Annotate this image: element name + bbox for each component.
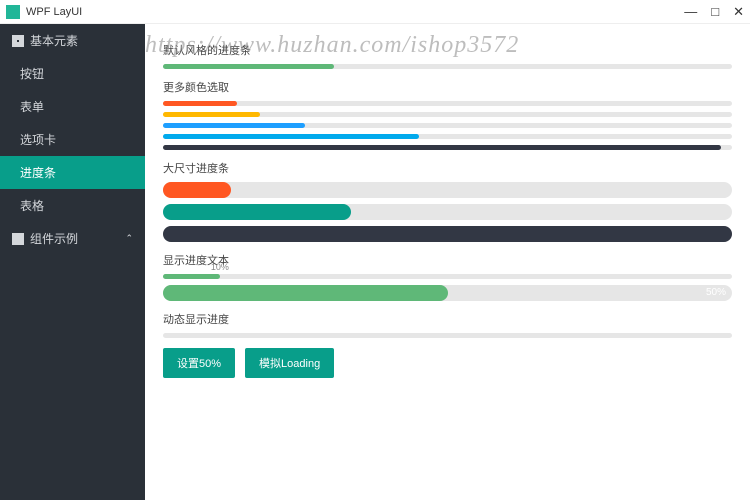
section-title-colors: 更多颜色选取 [163, 79, 732, 95]
sidebar-item-tab[interactable]: 选项卡 [0, 123, 145, 156]
app-icon [6, 5, 20, 19]
section-title-big: 大尺寸进度条 [163, 160, 732, 176]
nav-group-basic[interactable]: 基本元素 [0, 24, 145, 57]
set-50-button[interactable]: 设置50% [163, 348, 235, 378]
close-button[interactable]: ✕ [733, 4, 744, 20]
minimize-button[interactable]: — [684, 4, 697, 19]
sidebar-item-button[interactable]: 按钮 [0, 57, 145, 90]
sidebar-item-progress[interactable]: 进度条 [0, 156, 145, 189]
nav-group-label: 基本元素 [30, 32, 78, 49]
content-area: https://www.huzhan.com/ishop3572 默认风格的进度… [145, 24, 750, 500]
progress-label: 10% [211, 262, 229, 272]
nav-group-label: 组件示例 [30, 230, 78, 247]
button-row: 设置50% 模拟Loading [163, 348, 732, 378]
progress-bar [163, 112, 732, 117]
sidebar-item-table[interactable]: 表格 [0, 189, 145, 222]
progress-bar [163, 123, 732, 128]
progress-bar: 10% [163, 274, 732, 279]
progress-bar [163, 101, 732, 106]
progress-bar [163, 333, 732, 338]
progress-bar-big [163, 182, 732, 198]
sidebar-item-form[interactable]: 表单 [0, 90, 145, 123]
chevron-up-icon: ⌃ [125, 233, 133, 244]
window-title: WPF LayUI [26, 6, 684, 18]
section-title-default: 默认风格的进度条 [163, 42, 732, 58]
progress-bar-big: 50% [163, 285, 732, 301]
window-controls: — □ ✕ [684, 4, 744, 20]
progress-bar [163, 134, 732, 139]
mock-loading-button[interactable]: 模拟Loading [245, 348, 334, 378]
maximize-button[interactable]: □ [711, 4, 719, 19]
progress-bar [163, 145, 732, 150]
progress-bar-big [163, 204, 732, 220]
sidebar: 基本元素 按钮 表单 选项卡 进度条 表格 组件示例 ⌃ [0, 24, 145, 500]
progress-bar [163, 64, 732, 69]
nav-group-components[interactable]: 组件示例 ⌃ [0, 222, 145, 255]
progress-bar-big [163, 226, 732, 242]
progress-label: 50% [706, 285, 726, 301]
section-title-text: 显示进度文本 [163, 252, 732, 268]
cube-icon [12, 233, 24, 245]
section-title-dynamic: 动态显示进度 [163, 311, 732, 327]
grid-icon [12, 35, 24, 47]
titlebar: WPF LayUI — □ ✕ [0, 0, 750, 24]
